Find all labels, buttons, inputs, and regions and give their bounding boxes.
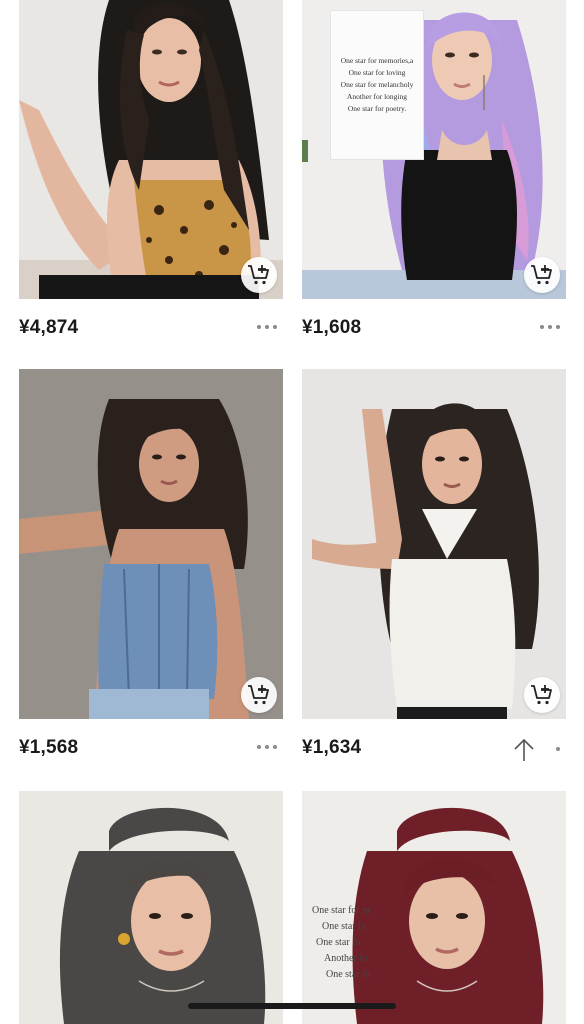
product-image[interactable] xyxy=(19,791,283,1024)
product-price: ¥1,634 xyxy=(302,737,362,758)
poster-line: One star fo xyxy=(316,937,361,948)
poster-line: One star fo xyxy=(322,921,367,932)
model-photo xyxy=(19,0,283,299)
product-price: ¥1,568 xyxy=(19,737,79,758)
scroll-up-arrow-icon[interactable] xyxy=(512,737,536,763)
product-image[interactable] xyxy=(19,0,283,299)
product-price: ¥4,874 xyxy=(19,317,79,338)
model-photo xyxy=(19,369,283,719)
add-to-cart-icon xyxy=(248,265,269,285)
product-card[interactable]: ¥1,568 xyxy=(19,369,283,779)
product-info-row: ¥1,568 xyxy=(19,719,283,779)
product-image[interactable] xyxy=(19,369,283,719)
home-indicator[interactable] xyxy=(188,1003,396,1009)
poster-line: One star for melancholy xyxy=(340,80,414,89)
poster-line: Another fo xyxy=(324,953,368,964)
product-card[interactable] xyxy=(19,791,283,1024)
more-options-button[interactable] xyxy=(253,321,281,333)
poster-line: One star for loving xyxy=(348,68,406,77)
model-photo xyxy=(19,791,283,1024)
add-to-cart-button[interactable] xyxy=(524,677,560,713)
poster-line: One star fo xyxy=(326,969,371,980)
more-options-button[interactable] xyxy=(536,321,564,333)
product-price: ¥1,608 xyxy=(302,317,362,338)
poster-line: One star for memories,a xyxy=(340,56,414,65)
product-card[interactable]: One star for m One star fo One star fo A… xyxy=(302,791,566,1024)
more-dots-icon xyxy=(257,745,261,749)
add-to-cart-icon xyxy=(531,685,552,705)
product-image[interactable] xyxy=(302,369,566,719)
product-info-row: ¥4,874 xyxy=(19,299,283,359)
add-to-cart-icon xyxy=(531,265,552,285)
product-card[interactable]: ¥4,874 xyxy=(19,0,283,359)
poster-line: One star for poetry. xyxy=(347,104,407,113)
more-dot-icon[interactable] xyxy=(556,747,560,751)
more-dots-icon xyxy=(540,325,544,329)
add-to-cart-button[interactable] xyxy=(241,257,277,293)
add-to-cart-icon xyxy=(248,685,269,705)
more-options-button[interactable] xyxy=(253,741,281,753)
wall-poster: One star for memories,a One star for lov… xyxy=(330,10,424,160)
product-image[interactable]: One star for memories,a One star for lov… xyxy=(302,0,566,299)
wall-text: One star for m One star fo One star fo A… xyxy=(312,903,370,983)
poster-line: One star for m xyxy=(312,905,371,916)
poster-line: Another for longing xyxy=(347,92,407,101)
product-image[interactable]: One star for m One star fo One star fo A… xyxy=(302,791,566,1024)
product-card[interactable]: ¥1,634 xyxy=(302,369,566,779)
product-info-row: ¥1,634 xyxy=(302,719,566,779)
product-info-row: ¥1,608 xyxy=(302,299,566,359)
product-card[interactable]: One star for memories,a One star for lov… xyxy=(302,0,566,359)
model-photo xyxy=(302,369,566,719)
add-to-cart-button[interactable] xyxy=(241,677,277,713)
add-to-cart-button[interactable] xyxy=(524,257,560,293)
more-dots-icon xyxy=(257,325,261,329)
